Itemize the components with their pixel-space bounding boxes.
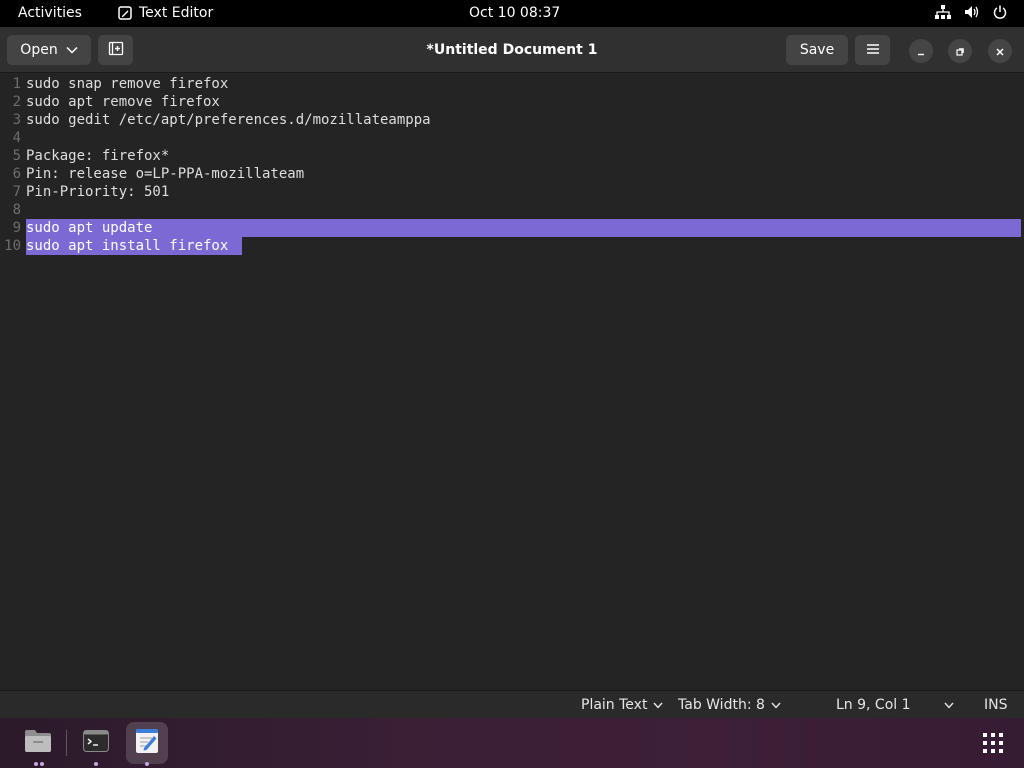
minimize-icon — [916, 42, 926, 61]
cursor-position[interactable]: Ln 9, Col 1 — [836, 697, 911, 713]
hamburger-menu-icon — [866, 42, 879, 58]
line-text[interactable]: Pin-Priority: 501 — [26, 183, 169, 201]
line-number: 10 — [4, 238, 21, 254]
open-button[interactable]: Open — [7, 35, 91, 65]
app-menu-label: Text Editor — [139, 5, 214, 21]
close-button[interactable] — [988, 39, 1012, 63]
editor-line[interactable]: 3 sudo gedit /etc/apt/preferences.d/mozil… — [0, 111, 1024, 129]
line-number: 5 — [12, 148, 21, 164]
line-number: 3 — [12, 112, 21, 128]
text-editor-app-icon — [118, 6, 132, 20]
line-text[interactable]: Pin: release o=LP-PPA-mozillateam — [26, 165, 304, 183]
activities-button[interactable]: Activities — [18, 5, 82, 21]
open-label: Open — [20, 42, 58, 58]
header-bar: Open *Untitled Document 1 Save — [0, 27, 1024, 73]
terminal-icon — [83, 730, 109, 756]
editor-line[interactable]: 4 — [0, 129, 1024, 147]
system-tray[interactable] — [935, 5, 1007, 19]
dock-terminal[interactable] — [75, 722, 117, 764]
restore-icon — [955, 42, 965, 61]
top-bar: Activities Text Editor Oct 10 08:37 — [0, 0, 1024, 27]
network-icon[interactable] — [935, 5, 951, 19]
running-indicator — [145, 762, 149, 766]
editor-line-selected[interactable]: 10 sudo apt install firefox — [0, 237, 1024, 255]
line-number: 6 — [12, 166, 21, 182]
running-indicator — [40, 762, 44, 766]
maximize-button[interactable] — [948, 39, 972, 63]
editor-line[interactable]: 2 sudo apt remove firefox — [0, 93, 1024, 111]
dock-separator — [66, 730, 67, 756]
chevron-down-icon[interactable] — [944, 697, 954, 713]
line-text[interactable]: sudo apt install firefox — [26, 237, 228, 255]
tab-width-label: Tab Width: 8 — [678, 697, 765, 713]
editor-line[interactable]: 8 — [0, 201, 1024, 219]
line-number: 4 — [12, 130, 21, 146]
line-number: 8 — [12, 202, 21, 218]
status-bar: Plain Text Tab Width: 8 Ln 9, Col 1 INS — [0, 690, 1024, 718]
selection-highlight — [26, 219, 1021, 237]
text-editor-icon — [134, 728, 160, 758]
line-number: 9 — [12, 220, 21, 236]
line-number: 1 — [12, 76, 21, 92]
chevron-down-icon — [66, 42, 78, 58]
main-menu-button[interactable] — [855, 35, 890, 65]
new-tab-icon — [108, 40, 124, 60]
chevron-down-icon — [653, 697, 663, 713]
running-indicator — [34, 762, 38, 766]
line-text[interactable]: sudo apt remove firefox — [26, 93, 220, 111]
new-tab-button[interactable] — [98, 35, 133, 65]
tab-width-selector[interactable]: Tab Width: 8 — [678, 697, 781, 713]
editor-line[interactable]: 5 Package: firefox* — [0, 147, 1024, 165]
line-number: 2 — [12, 94, 21, 110]
app-menu[interactable]: Text Editor — [118, 5, 213, 21]
line-text[interactable]: Package: firefox* — [26, 147, 169, 165]
close-icon — [995, 42, 1005, 61]
files-icon — [24, 729, 52, 757]
save-button[interactable]: Save — [786, 35, 848, 65]
language-label: Plain Text — [581, 697, 648, 713]
app-grid-icon[interactable] — [982, 732, 1004, 758]
dock-files[interactable] — [17, 722, 59, 764]
editor-line[interactable]: 7 Pin-Priority: 501 — [0, 183, 1024, 201]
chevron-down-icon — [771, 697, 781, 713]
volume-icon[interactable] — [964, 5, 980, 19]
power-icon[interactable] — [993, 5, 1007, 19]
editor-line[interactable]: 6 Pin: release o=LP-PPA-mozillateam — [0, 165, 1024, 183]
insert-mode-label: INS — [984, 697, 1008, 713]
text-editor-area[interactable]: 1 sudo snap remove firefox 2 sudo apt remo… — [0, 73, 1024, 690]
cursor-position-label: Ln 9, Col 1 — [836, 697, 911, 713]
dock-text-editor[interactable] — [126, 722, 168, 764]
line-text[interactable]: sudo apt update — [26, 219, 152, 237]
line-text[interactable]: sudo snap remove firefox — [26, 75, 228, 93]
dock — [0, 718, 1024, 768]
line-number: 7 — [12, 184, 21, 200]
minimize-button[interactable] — [909, 39, 933, 63]
clock[interactable]: Oct 10 08:37 — [469, 5, 560, 21]
line-text[interactable]: sudo gedit /etc/apt/preferences.d/mozill… — [26, 111, 431, 129]
editor-line[interactable]: 1 sudo snap remove firefox — [0, 75, 1024, 93]
editor-line-selected[interactable]: 9 sudo apt update — [0, 219, 1024, 237]
language-selector[interactable]: Plain Text — [581, 697, 663, 713]
insert-mode[interactable]: INS — [984, 697, 1008, 713]
running-indicator — [94, 762, 98, 766]
